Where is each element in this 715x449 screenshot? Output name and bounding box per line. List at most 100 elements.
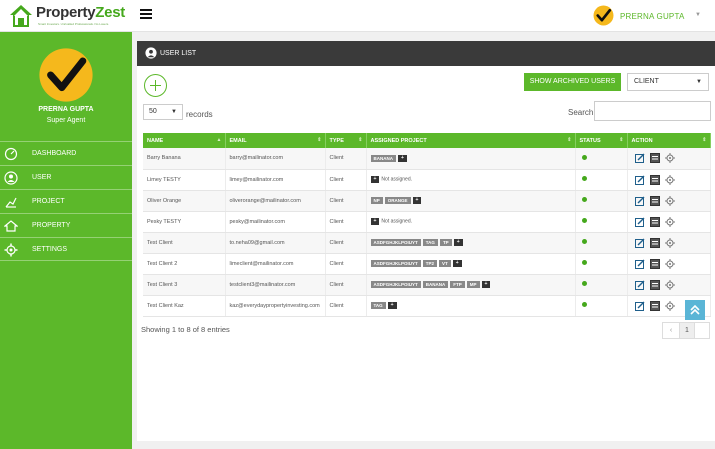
gear-icon[interactable]: [664, 216, 675, 227]
column-header-email[interactable]: EMAIL ⇕: [225, 133, 326, 148]
sort-icon: ▲: [216, 137, 222, 143]
cell-name: Test Client 3: [143, 274, 226, 296]
header-user-name[interactable]: PRERNA GUPTA: [620, 12, 685, 21]
pagination-prev[interactable]: ‹: [663, 323, 679, 338]
table-row: Test Client 3 testclient3@mailinator.com C…: [143, 274, 711, 296]
project-tag: MP: [466, 281, 480, 288]
edit-icon[interactable]: [634, 153, 645, 164]
gear-icon[interactable]: [664, 195, 675, 206]
gear-icon[interactable]: [664, 153, 675, 164]
edit-icon[interactable]: [634, 217, 645, 227]
logo[interactable]: PropertyZest Smart Investors. Unrivalled…: [8, 3, 126, 29]
column-header-assigned-project[interactable]: ASSIGNED PROJECT ⇕: [366, 133, 576, 148]
user-icon: [4, 171, 18, 185]
cell-assigned-project: TAG +: [366, 295, 576, 317]
cell-email: barry@mailinator.com: [225, 148, 326, 170]
sidebar-item-property[interactable]: PROPERTY: [0, 213, 132, 237]
archive-icon[interactable]: [649, 300, 660, 311]
archive-icon[interactable]: [649, 153, 660, 164]
assign-project-button[interactable]: +: [370, 218, 380, 225]
page-title: USER LIST: [160, 50, 197, 57]
sidebar-item-label: DASHBOARD: [32, 150, 77, 157]
project-tag: ASDFGHJKLPOIUYT: [370, 260, 421, 267]
house-logo-icon: [10, 5, 32, 27]
assign-project-button[interactable]: +: [452, 260, 462, 267]
cell-action: [627, 253, 711, 275]
archive-icon[interactable]: [649, 216, 660, 227]
search-label: Search:: [568, 108, 596, 117]
sidebar-item-project[interactable]: PROJECT: [0, 189, 132, 213]
column-header-type[interactable]: TYPE ⇕: [325, 133, 367, 148]
project-tag: ASDFGHJKLPOIUYT: [370, 281, 421, 288]
assign-project-button[interactable]: +: [453, 239, 463, 246]
cell-assigned-project: BANANA +: [366, 148, 576, 170]
assign-project-button[interactable]: +: [370, 176, 380, 183]
cell-name: Test Client Kaz: [143, 295, 226, 317]
cell-type: Client: [325, 232, 367, 254]
cell-assigned-project: ASDFGHJKLPOIUYT TAG TP +: [366, 232, 576, 254]
search-input[interactable]: [594, 101, 711, 121]
sort-icon: ⇕: [619, 137, 624, 143]
project-tag: ORANGE: [384, 197, 411, 204]
table-header-row: NAME ▲ EMAIL ⇕ TYPE ⇕ ASSIGNED PROJECT ⇕ STA…: [143, 133, 711, 148]
gear-icon[interactable]: [664, 237, 675, 248]
top-bar: PropertyZest Smart Investors. Unrivalled…: [0, 0, 715, 32]
show-archived-users-button[interactable]: SHOW ARCHIVED USERS: [524, 73, 621, 91]
not-assigned-text: Not assigned.: [381, 218, 412, 225]
pagination-page[interactable]: 1: [679, 323, 695, 338]
menu-toggle-button[interactable]: [140, 9, 152, 21]
avatar[interactable]: [593, 5, 614, 26]
sidebar: PRERNA GUPTA Super Agent DASHBOARD USER …: [0, 32, 132, 449]
archive-icon[interactable]: [649, 258, 660, 269]
gear-icon[interactable]: [664, 300, 675, 311]
edit-icon[interactable]: [634, 301, 645, 311]
scroll-to-top-icon[interactable]: [685, 300, 705, 320]
assign-project-button[interactable]: +: [387, 302, 397, 309]
edit-icon[interactable]: [634, 280, 645, 290]
cell-status: [575, 190, 628, 212]
edit-icon[interactable]: [634, 238, 645, 248]
chevron-down-icon[interactable]: ▼: [695, 12, 701, 18]
cell-assigned-project: ASDFGHJKLPOIUYT TP2 VT +: [366, 253, 576, 275]
cell-action: [627, 274, 711, 296]
profile-avatar: [39, 48, 93, 102]
add-user-button[interactable]: [144, 74, 167, 97]
cell-assigned-project: + Not assigned.: [366, 211, 576, 233]
archive-icon[interactable]: [649, 279, 660, 290]
chevron-down-icon: ▼: [696, 79, 702, 85]
sidebar-item-settings[interactable]: SETTINGS: [0, 237, 132, 261]
cell-name: Pesky TESTY: [143, 211, 226, 233]
cell-status: [575, 295, 628, 317]
project-tag: VT: [439, 260, 451, 267]
cell-type: Client: [325, 253, 367, 275]
pagination: ‹ 1: [662, 322, 710, 339]
gear-icon[interactable]: [664, 174, 675, 185]
gear-icon[interactable]: [664, 279, 675, 290]
sidebar-item-dashboard[interactable]: DASHBOARD: [0, 141, 132, 165]
status-active-dot: [581, 154, 587, 160]
table-info: Showing 1 to 8 of 8 entries: [141, 325, 230, 334]
dashboard-icon: [4, 147, 18, 161]
user-table: NAME ▲ EMAIL ⇕ TYPE ⇕ ASSIGNED PROJECT ⇕ STA…: [143, 133, 711, 317]
edit-icon[interactable]: [634, 259, 645, 269]
assign-project-button[interactable]: +: [398, 154, 407, 162]
cell-name: Limey TESTY: [143, 169, 226, 191]
edit-icon[interactable]: [634, 175, 645, 185]
assign-project-button[interactable]: +: [412, 197, 422, 204]
user-icon: [145, 47, 157, 59]
archive-icon[interactable]: [649, 237, 660, 248]
project-tag: TAG: [422, 239, 438, 246]
cell-name: Barry Banana: [143, 148, 226, 170]
gear-icon[interactable]: [664, 258, 675, 269]
records-per-page-select[interactable]: 50 ▼: [143, 104, 183, 120]
column-header-status[interactable]: STATUS ⇕: [575, 133, 628, 148]
archive-icon[interactable]: [649, 195, 660, 206]
assign-project-button[interactable]: +: [481, 281, 491, 288]
edit-icon[interactable]: [634, 196, 645, 206]
column-header-name[interactable]: NAME ▲: [143, 133, 226, 148]
cell-name: Test Client: [143, 232, 226, 254]
archive-icon[interactable]: [649, 174, 660, 185]
sidebar-item-user[interactable]: USER: [0, 165, 132, 189]
user-type-select[interactable]: CLIENT ▼: [627, 73, 709, 91]
cell-assigned-project: ASDFGHJKLPOIUYT BANANA FTP MP +: [366, 274, 576, 296]
